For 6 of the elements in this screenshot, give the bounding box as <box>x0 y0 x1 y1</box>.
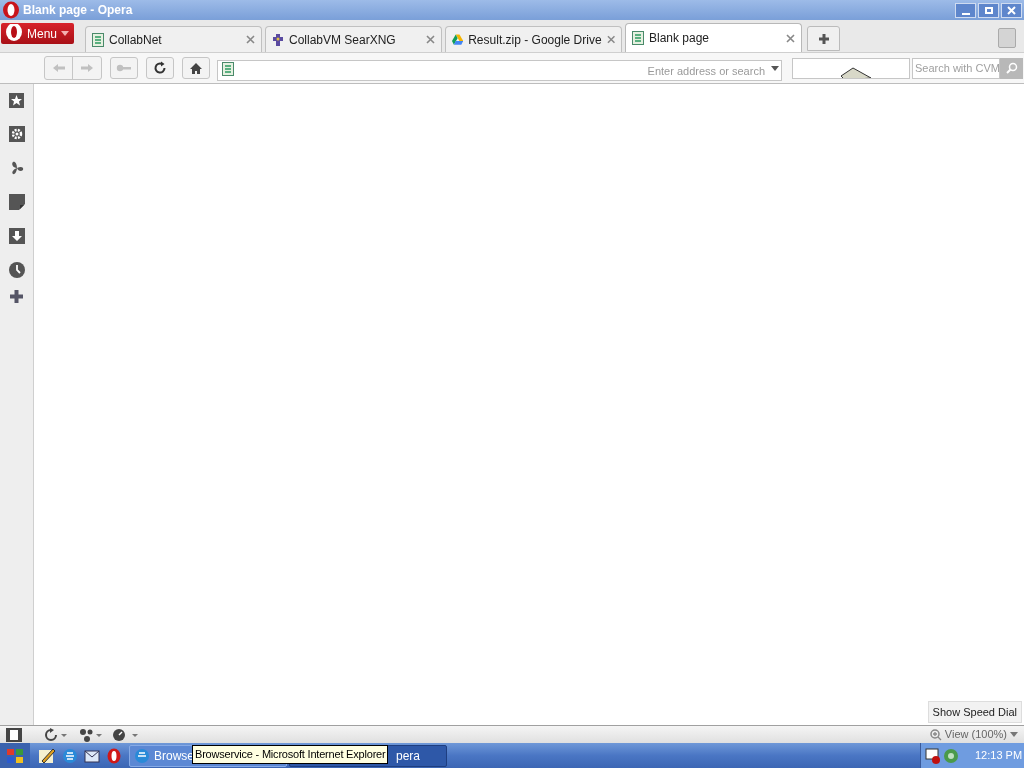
task-label: Browse <box>154 747 194 765</box>
window-title: Blank page - Opera <box>23 2 133 19</box>
tooltip: Browservice - Microsoft Internet Explorer <box>192 745 389 764</box>
task-label: pera <box>396 747 421 765</box>
speed-dial-tooltip: Show Speed Dial <box>927 700 1022 723</box>
clock: 12:13 PM <box>975 748 1023 764</box>
